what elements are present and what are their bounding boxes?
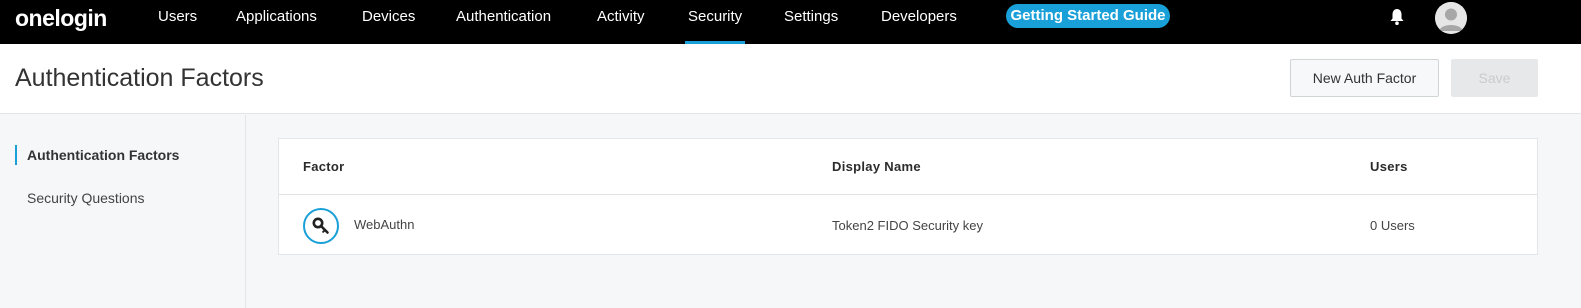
table-row[interactable]: WebAuthn Token2 FIDO Security key 0 User… xyxy=(279,196,1537,255)
nav-developers[interactable]: Developers xyxy=(881,0,957,44)
save-button[interactable]: Save xyxy=(1451,59,1538,97)
column-header-factor[interactable]: Factor xyxy=(303,159,345,174)
new-auth-factor-button[interactable]: New Auth Factor xyxy=(1290,59,1439,97)
auth-factors-table: Factor Display Name Users WebAuthn Token… xyxy=(278,138,1538,255)
page-title: Authentication Factors xyxy=(15,64,264,92)
top-nav: onelogin Users Applications Devices Auth… xyxy=(0,0,1581,44)
column-header-users[interactable]: Users xyxy=(1370,159,1408,174)
nav-applications[interactable]: Applications xyxy=(236,0,317,44)
page-header: Authentication Factors New Auth Factor S… xyxy=(0,44,1581,114)
user-avatar-icon[interactable] xyxy=(1435,2,1467,34)
sidebar: Authentication Factors Security Question… xyxy=(0,115,246,308)
nav-security[interactable]: Security xyxy=(684,0,746,44)
nav-users[interactable]: Users xyxy=(158,0,197,44)
column-header-display-name[interactable]: Display Name xyxy=(832,159,921,174)
table-header: Factor Display Name Users xyxy=(279,139,1537,195)
onelogin-logo[interactable]: onelogin xyxy=(15,5,107,31)
nav-activity[interactable]: Activity xyxy=(597,0,645,44)
nav-settings[interactable]: Settings xyxy=(784,0,838,44)
nav-authentication[interactable]: Authentication xyxy=(456,0,551,44)
key-icon xyxy=(303,208,339,244)
getting-started-guide-button[interactable]: Getting Started Guide xyxy=(1006,4,1170,28)
sidebar-item-authentication-factors[interactable]: Authentication Factors xyxy=(15,145,179,165)
sidebar-item-security-questions[interactable]: Security Questions xyxy=(15,188,145,208)
bell-icon[interactable] xyxy=(1389,8,1405,26)
display-name: Token2 FIDO Security key xyxy=(832,218,983,233)
factor-name[interactable]: WebAuthn xyxy=(354,217,414,232)
nav-devices[interactable]: Devices xyxy=(362,0,415,44)
users-count: 0 Users xyxy=(1370,218,1415,233)
